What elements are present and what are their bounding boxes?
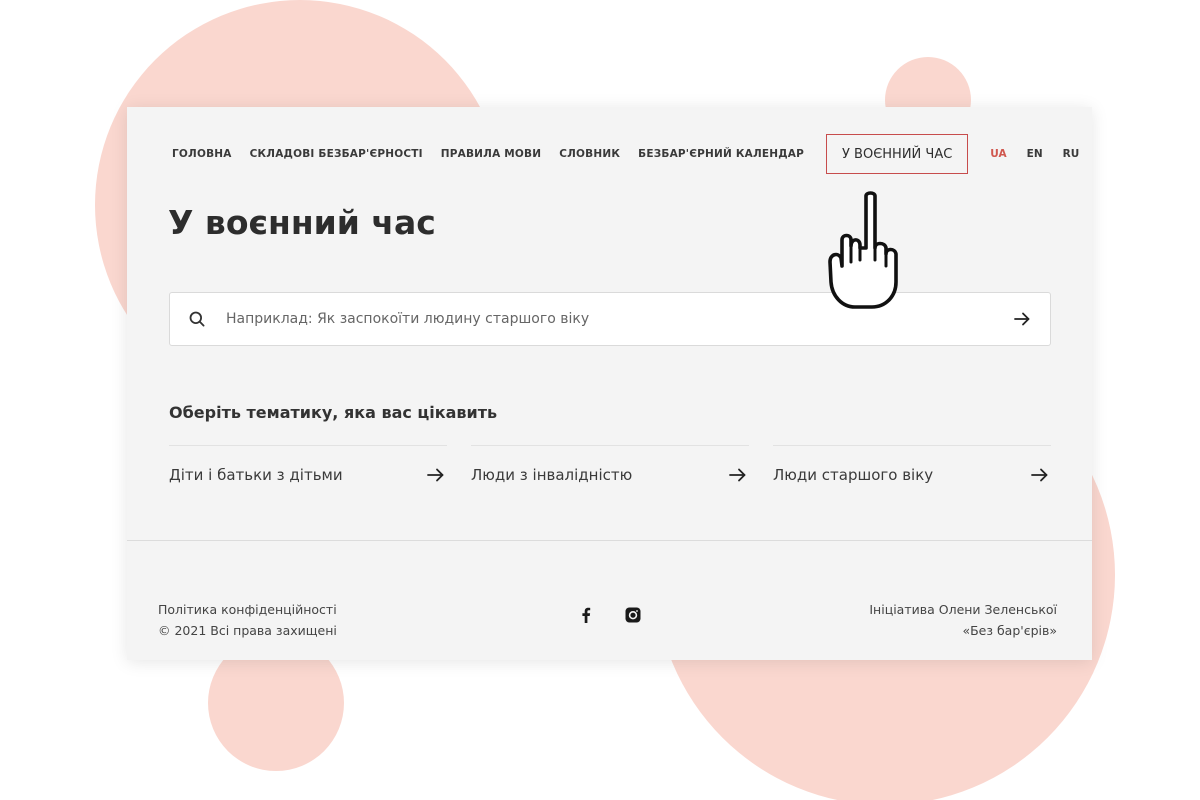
- language-ru[interactable]: RU: [1063, 148, 1080, 160]
- arrow-right-icon[interactable]: [1012, 309, 1032, 329]
- instagram-icon[interactable]: [623, 605, 643, 625]
- topic-label: Люди з інвалідністю: [471, 465, 633, 484]
- copyright-text: © 2021 Всі права захищені: [158, 623, 337, 638]
- page-title: У воєнний час: [168, 203, 436, 242]
- topics-heading: Оберіть тематику, яка вас цікавить: [169, 403, 498, 422]
- search-icon: [188, 310, 206, 328]
- arrow-right-icon: [727, 465, 747, 485]
- topic-disability[interactable]: Люди з інвалідністю: [471, 445, 749, 503]
- topic-children-parents[interactable]: Діти і батьки з дітьми: [169, 445, 447, 503]
- language-ua[interactable]: UA: [990, 148, 1006, 160]
- nav-item-components[interactable]: СКЛАДОВІ БЕЗБАР'ЄРНОСТІ: [250, 148, 423, 160]
- arrow-right-icon: [425, 465, 445, 485]
- main-nav: ГОЛОВНА СКЛАДОВІ БЕЗБАР'ЄРНОСТІ ПРАВИЛА …: [172, 133, 1079, 175]
- arrow-right-icon: [1029, 465, 1049, 485]
- footer-divider: [127, 540, 1092, 541]
- footer-right: Ініціатива Олени Зеленської «Без бар'єрі…: [869, 599, 1057, 641]
- privacy-policy-link[interactable]: Політика конфіденційності: [158, 599, 337, 620]
- nav-item-wartime[interactable]: У ВОЄННИЙ ЧАС: [826, 134, 969, 174]
- site-window: ГОЛОВНА СКЛАДОВІ БЕЗБАР'ЄРНОСТІ ПРАВИЛА …: [127, 107, 1092, 660]
- page-stage: ГОЛОВНА СКЛАДОВІ БЕЗБАР'ЄРНОСТІ ПРАВИЛА …: [0, 0, 1200, 800]
- nav-item-home[interactable]: ГОЛОВНА: [172, 148, 232, 160]
- search-input[interactable]: [224, 310, 1012, 328]
- initiative-line2: «Без бар'єрів»: [962, 623, 1057, 638]
- search-bar: [169, 292, 1051, 346]
- topic-elderly[interactable]: Люди старшого віку: [773, 445, 1051, 503]
- topic-label: Діти і батьки з дітьми: [169, 465, 343, 484]
- nav-item-language-rules[interactable]: ПРАВИЛА МОВИ: [441, 148, 541, 160]
- nav-item-dictionary[interactable]: СЛОВНИК: [559, 148, 620, 160]
- topic-label: Люди старшого віку: [773, 465, 934, 484]
- language-en[interactable]: EN: [1027, 148, 1043, 160]
- nav-item-calendar[interactable]: БЕЗБАР'ЄРНИЙ КАЛЕНДАР: [638, 148, 804, 160]
- footer-left: Політика конфіденційності © 2021 Всі пра…: [158, 599, 337, 641]
- facebook-icon[interactable]: [576, 605, 596, 625]
- pointing-hand-icon: [828, 191, 898, 309]
- initiative-line1: Ініціатива Олени Зеленської: [869, 602, 1057, 617]
